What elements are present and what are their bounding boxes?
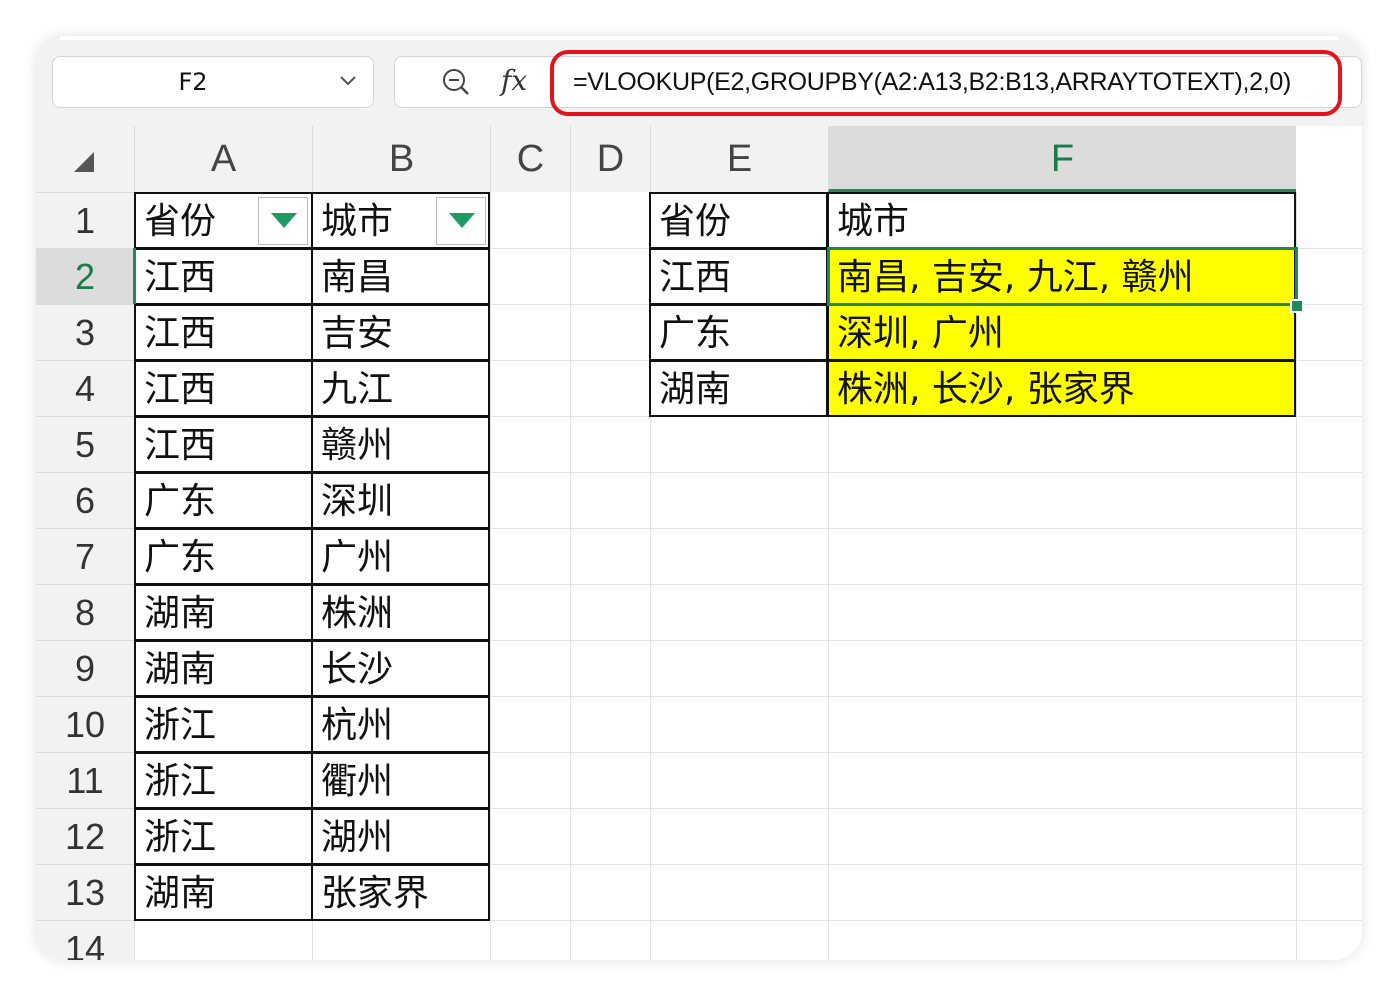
table-cell[interactable]: 张家界 [311,864,490,921]
column-header-e[interactable]: E [650,126,828,192]
table-cell[interactable]: 杭州 [311,696,490,753]
column-header-f[interactable]: F [828,126,1296,192]
sheet-grid[interactable]: A B C D E F 1 2 3 4 5 6 7 8 9 10 11 12 13 14 省份 城市 江西 南昌 江西 吉安 江西九… [36,126,1362,960]
name-box[interactable]: F2 [52,56,374,108]
filter-dropdown-button[interactable] [258,197,308,245]
spreadsheet-window: F2 fx =VLOOKUP(E2,GROUPBY(A2:A13,B2:B13,… [36,36,1362,960]
table-cell[interactable]: 江西 [134,360,313,417]
row-header-14[interactable]: 14 [36,920,134,960]
column-header-b[interactable]: B [312,126,490,192]
row-header-12[interactable]: 12 [36,808,134,864]
row-header-11[interactable]: 11 [36,752,134,808]
row-header-1[interactable]: 1 [36,192,134,248]
row-header-4[interactable]: 4 [36,360,134,416]
column-header-a[interactable]: A [134,126,312,192]
table-cell[interactable]: 深圳 [311,472,490,529]
table-cell[interactable]: 南昌 [311,248,490,305]
fill-handle[interactable] [1290,299,1304,313]
table-cell[interactable]: 广州 [311,528,490,585]
formula-input[interactable]: =VLOOKUP(E2,GROUPBY(A2:A13,B2:B13,ARRAYT… [573,57,1291,107]
table-cell[interactable]: 湖南 [134,864,313,921]
table-cell[interactable]: 九江 [311,360,490,417]
chevron-down-icon[interactable] [337,69,359,91]
table-cell[interactable]: 株洲 [311,584,490,641]
cell-reference: F2 [178,68,208,96]
row-header-7[interactable]: 7 [36,528,134,584]
row-header-3[interactable]: 3 [36,304,134,360]
result-cell[interactable]: 江西 [649,248,828,305]
table-cell[interactable]: 赣州 [311,416,490,473]
gridline-vertical [570,192,571,960]
row-header-10[interactable]: 10 [36,696,134,752]
result-header-cell[interactable]: 城市 [827,192,1296,249]
toolbar-edge [60,36,1338,40]
row-selection-marker [133,248,136,304]
table-cell[interactable]: 吉安 [311,304,490,361]
gridline-vertical [490,192,491,960]
select-all-corner[interactable] [36,126,134,192]
table-cell[interactable]: 浙江 [134,696,313,753]
table-cell[interactable]: 湖州 [311,808,490,865]
row-header-13[interactable]: 13 [36,864,134,920]
table-cell[interactable]: 湖南 [134,640,313,697]
table-cell[interactable]: 江西 [134,416,313,473]
column-header-d[interactable]: D [570,126,650,192]
table-cell[interactable]: 浙江 [134,752,313,809]
select-all-icon [74,152,94,172]
column-header-c[interactable]: C [490,126,570,192]
row-header-8[interactable]: 8 [36,584,134,640]
table-cell[interactable]: 广东 [134,528,313,585]
zoom-out-icon[interactable] [441,67,471,97]
table-cell[interactable]: 广东 [134,472,313,529]
table-cell[interactable]: 衢州 [311,752,490,809]
row-header-9[interactable]: 9 [36,640,134,696]
filter-arrow-icon [449,213,475,228]
row-header-6[interactable]: 6 [36,472,134,528]
table-cell[interactable]: 浙江 [134,808,313,865]
table-cell[interactable]: 湖南 [134,584,313,641]
filter-arrow-icon [271,213,297,228]
result-cell[interactable]: 广东 [649,304,828,361]
filter-dropdown-button[interactable] [436,197,486,245]
row-header-5[interactable]: 5 [36,416,134,472]
result-cell[interactable]: 湖南 [649,360,828,417]
table-cell[interactable]: 长沙 [311,640,490,697]
result-cell[interactable]: 南昌, 吉安, 九江, 赣州 [827,248,1296,305]
result-cell[interactable]: 深圳, 广州 [827,304,1296,361]
result-header-cell[interactable]: 省份 [649,192,828,249]
result-cell[interactable]: 株洲, 长沙, 张家界 [827,360,1296,417]
function-icon[interactable]: fx [501,61,527,101]
row-header-2[interactable]: 2 [36,248,134,304]
table-cell[interactable]: 江西 [134,304,313,361]
table-cell[interactable]: 江西 [134,248,313,305]
formula-bar[interactable]: fx =VLOOKUP(E2,GROUPBY(A2:A13,B2:B13,ARR… [394,56,1362,108]
